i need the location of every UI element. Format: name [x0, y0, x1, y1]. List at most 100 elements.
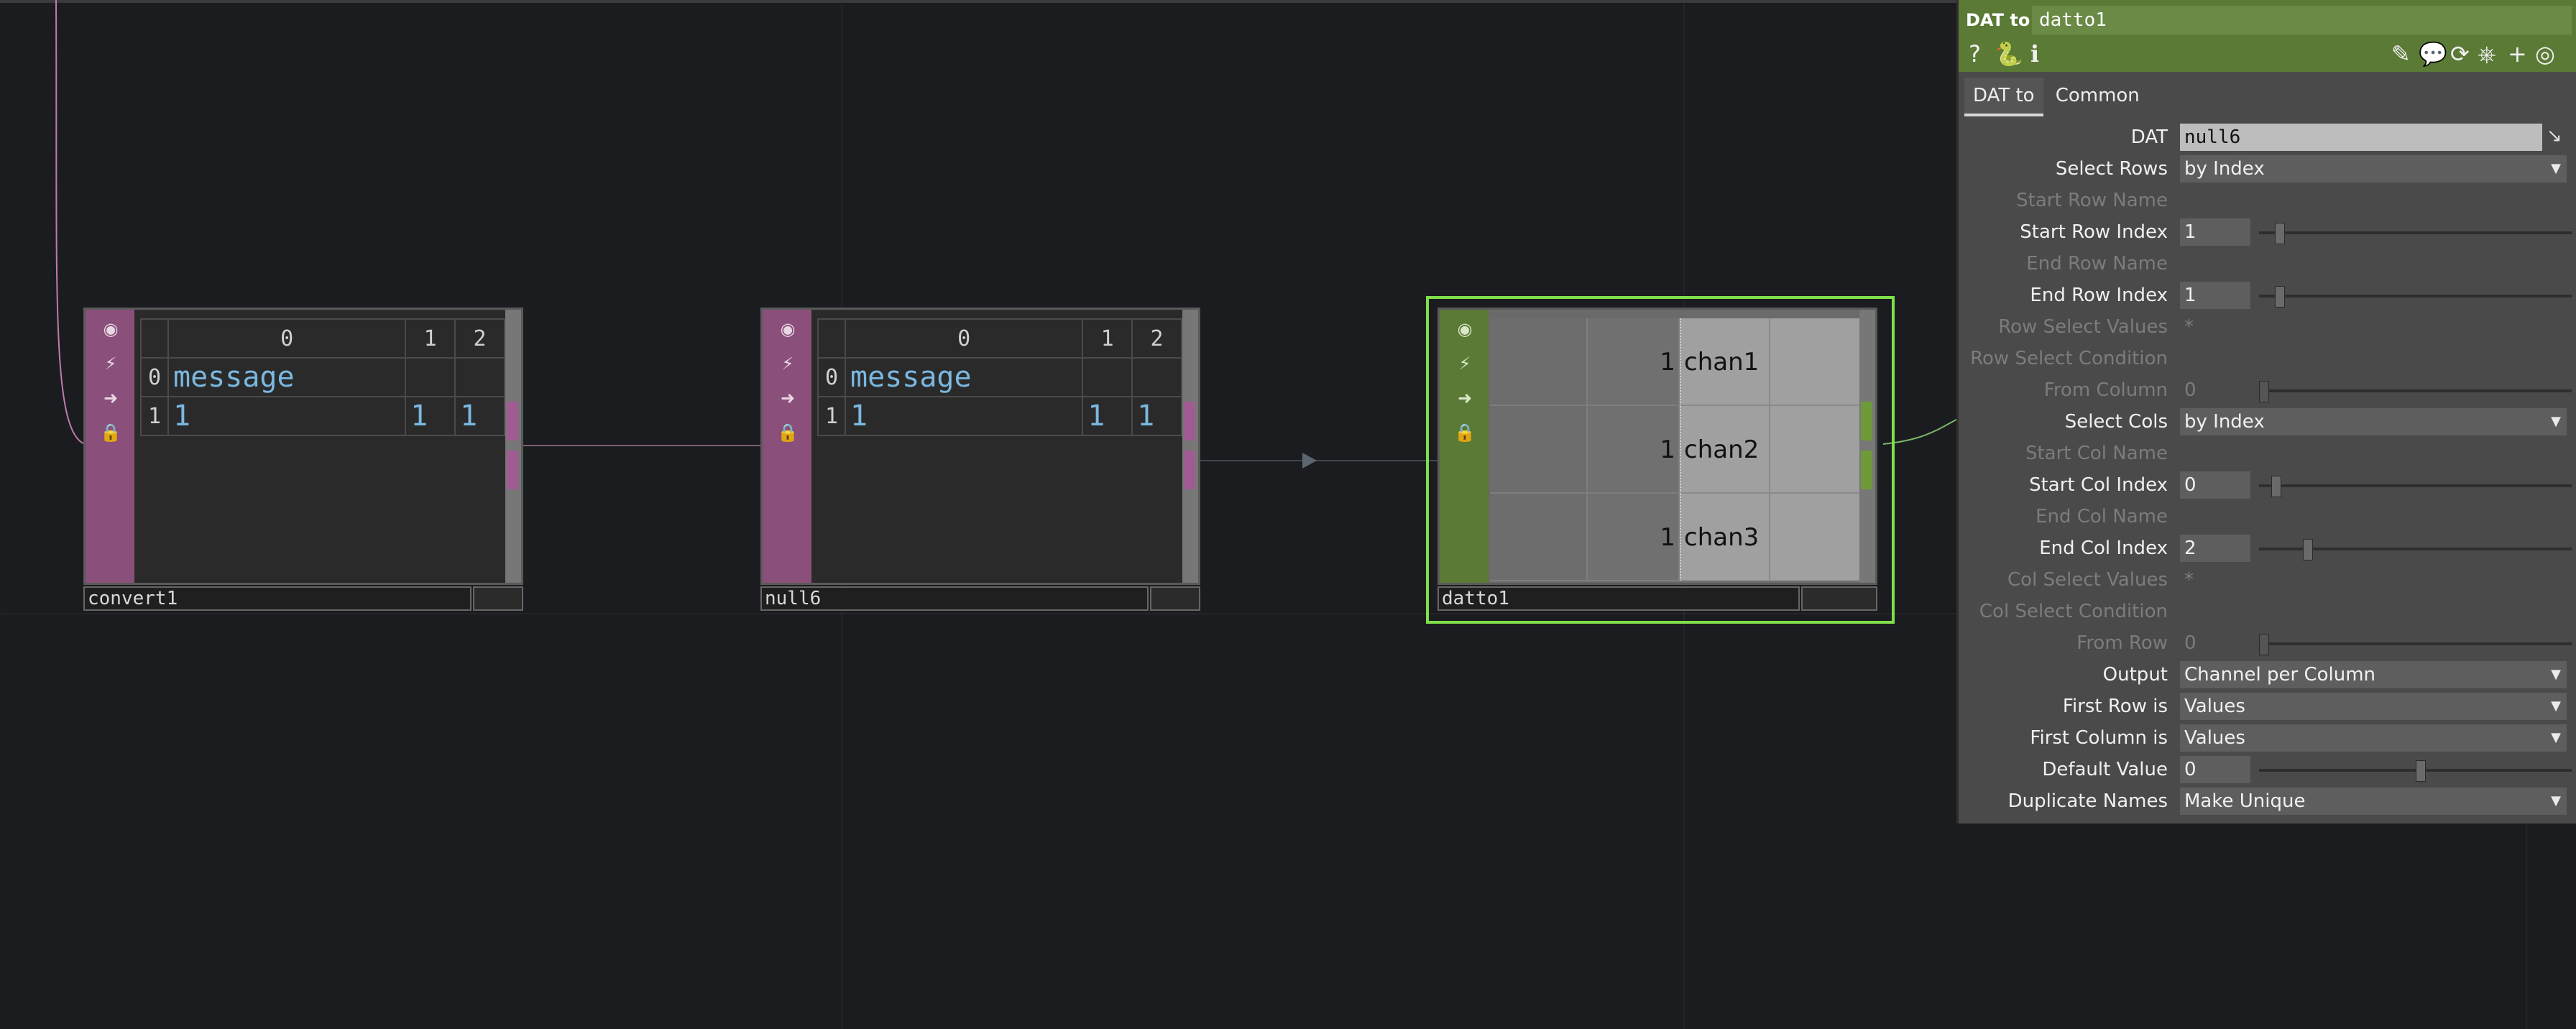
start-col-index-field[interactable]: 0 [2180, 471, 2250, 499]
output-connector-bar[interactable] [1182, 310, 1198, 583]
channel-name: chan2 [1680, 406, 1770, 494]
output-menu[interactable]: Channel per Column [2180, 661, 2567, 688]
python-help-icon[interactable]: 🐍 [1995, 40, 2023, 68]
table-cell: message [167, 357, 407, 397]
corner-cell [140, 318, 169, 359]
param-start-row-name: Start Row Name [2016, 190, 2168, 211]
viewer-active-icon[interactable]: ◉ [777, 318, 799, 340]
clone-icon[interactable]: ⟳ [2450, 40, 2470, 68]
corner-cell [817, 318, 846, 359]
export-icon[interactable]: ➜ [777, 387, 799, 409]
channel-value: 1 [1588, 406, 1680, 494]
lock-icon[interactable]: 🔒 [100, 422, 121, 443]
end-col-index-slider[interactable] [2259, 539, 2572, 560]
col-header: 1 [1082, 318, 1133, 359]
first-column-is-menu[interactable]: Values [2180, 724, 2567, 752]
dat-table: 0 1 2 0 message 1 1 1 1 [140, 318, 505, 436]
export-icon[interactable]: ➜ [100, 387, 121, 409]
table-cell [405, 357, 456, 397]
first-row-is-menu[interactable]: Values [2180, 693, 2567, 720]
col-header: 2 [454, 318, 505, 359]
tab-common[interactable]: Common [2047, 78, 2148, 114]
tab-dat-to[interactable]: DAT to [1964, 78, 2043, 116]
end-row-index-field[interactable]: 1 [2180, 282, 2250, 309]
viewer-active-icon[interactable]: ◉ [1454, 318, 1476, 340]
lock-icon[interactable]: 🔒 [777, 422, 799, 443]
node-sidebar: ◉ ⚡ ➜ 🔒 [763, 310, 811, 583]
dat-pick-icon[interactable]: ↘ [2547, 125, 2562, 147]
node-flags[interactable] [473, 586, 523, 611]
node-name[interactable]: null6 [760, 586, 1149, 611]
param-col-select-condition: Col Select Condition [1979, 601, 2168, 622]
col-header: 1 [405, 318, 456, 359]
node-datto1[interactable]: ◉ ⚡ ➜ 🔒 1 chan1 1 chan2 1 chan3 datto1 [1438, 308, 1877, 614]
start-row-index-slider[interactable] [2259, 223, 2572, 244]
param-start-row-index: Start Row Index 1 [1959, 217, 2576, 249]
wire-arrow [1302, 453, 1317, 469]
channel-viewer: 1 chan1 1 chan2 1 chan3 [1490, 318, 1862, 581]
lock-icon[interactable]: 🔒 [1454, 422, 1476, 443]
op-name-field[interactable]: datto1 [2032, 6, 2572, 34]
cook-icon[interactable]: ⚡ [777, 353, 799, 374]
node-flags[interactable] [1801, 586, 1877, 611]
table-cell [1131, 357, 1182, 397]
dat-field[interactable]: null6 [2180, 124, 2542, 151]
pencil-icon[interactable]: ✎ [2391, 40, 2411, 68]
comment-icon[interactable]: 💬 [2419, 40, 2447, 68]
param-first-row-is: First Row is Values [1959, 691, 2576, 723]
param-output: Output Channel per Column [1959, 660, 2576, 691]
table-cell [454, 357, 505, 397]
dat-table: 0 1 2 0 message 1 1 1 1 [817, 318, 1182, 436]
viewer-active-icon[interactable]: ◉ [100, 318, 121, 340]
info-icon[interactable]: ℹ [2030, 40, 2039, 68]
param-select-rows: Select Rows by Index [1959, 154, 2576, 185]
default-value-field[interactable]: 0 [2180, 756, 2250, 783]
start-row-index-field[interactable]: 1 [2180, 218, 2250, 246]
node-flags[interactable] [1150, 586, 1200, 611]
node-sidebar: ◉ ⚡ ➜ 🔒 [1440, 310, 1489, 583]
parameter-panel: DAT to datto1 ? 🐍 ℹ ✎ 💬 ⟳ ⎈ + ◎ DAT to C… [1956, 0, 2576, 823]
node-null6[interactable]: ◉ ⚡ ➜ 🔒 0 1 2 0 message 1 1 1 1 null6 [760, 308, 1200, 614]
param-start-col-index: Start Col Index 0 [1959, 470, 2576, 502]
col-header: 0 [167, 318, 407, 359]
channel-value: 1 [1588, 318, 1680, 406]
col-header: 2 [1131, 318, 1182, 359]
node-convert1[interactable]: ◉ ⚡ ➜ 🔒 0 1 2 0 message 1 1 1 1 convert1 [83, 308, 523, 614]
col-select-values-field: * [2184, 569, 2194, 591]
table-cell: message [844, 357, 1084, 397]
target-icon[interactable]: ◎ [2535, 40, 2555, 68]
cook-icon[interactable]: ⚡ [100, 353, 121, 374]
table-cell: 1 [454, 396, 505, 436]
output-connector-bar[interactable] [505, 310, 521, 583]
param-select-cols: Select Cols by Index [1959, 407, 2576, 438]
end-row-index-slider[interactable] [2259, 286, 2572, 308]
table-cell: 1 [405, 396, 456, 436]
select-rows-menu[interactable]: by Index [2180, 155, 2567, 183]
python-icon[interactable]: ⎈ [2478, 40, 2496, 68]
param-row-select-values: Row Select Values * [1998, 316, 2194, 338]
param-start-col-name: Start Col Name [2025, 443, 2168, 464]
param-tabs: DAT to Common [1964, 78, 2148, 116]
from-row-slider [2259, 634, 2572, 655]
end-col-index-field[interactable]: 2 [2180, 535, 2250, 562]
duplicate-names-menu[interactable]: Make Unique [2180, 788, 2567, 815]
cook-icon[interactable]: ⚡ [1454, 353, 1476, 374]
export-icon[interactable]: ➜ [1454, 387, 1476, 409]
add-icon[interactable]: + [2508, 40, 2527, 68]
node-name[interactable]: convert1 [83, 586, 472, 611]
param-row-select-condition: Row Select Condition [1970, 348, 2168, 369]
channel-name: chan1 [1680, 318, 1770, 406]
param-default-value: Default Value 0 [1959, 755, 2576, 786]
table-cell [1082, 357, 1133, 397]
from-row-field: 0 [2184, 632, 2196, 654]
start-col-index-slider[interactable] [2259, 476, 2572, 497]
default-value-slider[interactable] [2259, 760, 2572, 782]
row-select-values-field: * [2184, 316, 2194, 338]
select-cols-menu[interactable]: by Index [2180, 408, 2567, 435]
output-connector-bar[interactable] [1859, 310, 1875, 583]
node-name[interactable]: datto1 [1438, 586, 1800, 611]
help-icon[interactable]: ? [1969, 40, 1981, 68]
channel-value: 1 [1588, 494, 1680, 581]
param-first-column-is: First Column is Values [1959, 723, 2576, 755]
param-from-column: From Column 0 [1959, 375, 2576, 407]
